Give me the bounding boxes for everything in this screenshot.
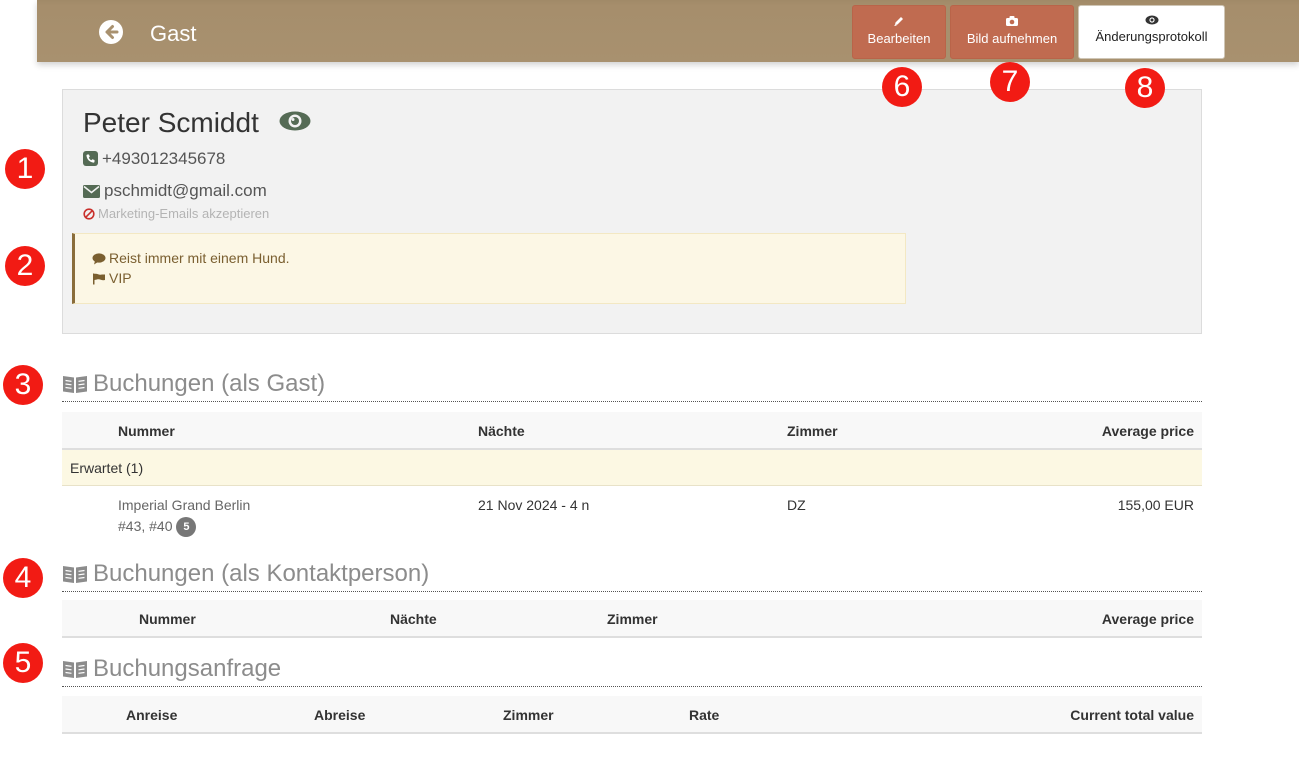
column-header: Nächte	[478, 423, 525, 439]
guest-phone[interactable]: +493012345678	[83, 149, 225, 169]
annotation-marker-5: 5	[3, 643, 43, 683]
section-bookings-as-contact: Buchungen (als Kontaktperson)	[62, 560, 1202, 592]
column-header: Anreise	[126, 707, 178, 723]
price-cell: 155,00 EUR	[1117, 497, 1194, 513]
hotel-name[interactable]: Imperial Grand Berlin	[118, 497, 250, 513]
guest-name: Peter Scmiddt	[83, 107, 259, 138]
column-header: Rate	[689, 707, 720, 723]
annotation-marker-2: 2	[5, 246, 45, 286]
change-log-button-label: Änderungsprotokoll	[1095, 29, 1208, 44]
marketing-label: Marketing-Emails akzeptieren	[98, 206, 270, 221]
annotation-marker-3: 3	[3, 365, 43, 405]
pencil-icon	[894, 17, 903, 26]
count-badge: 5	[176, 517, 197, 537]
group-row-expected: Erwartet (1)	[62, 450, 1202, 486]
note-text: Reist immer mit einem Hund.	[109, 250, 290, 266]
column-header: Average price	[1101, 611, 1194, 627]
table-header: Nummer Nächte Zimmer Average price	[62, 600, 1202, 638]
flag-icon	[93, 273, 105, 285]
column-header: Nummer	[118, 423, 175, 439]
annotation-marker-1: 1	[5, 149, 45, 189]
column-header: Abreise	[314, 707, 366, 723]
marketing-consent: Marketing-Emails akzeptieren	[83, 206, 269, 221]
guest-notes: Reist immer mit einem Hund. VIP	[72, 233, 906, 304]
guest-email[interactable]: pschmidt@gmail.com	[83, 181, 267, 201]
top-bar: Gast Bearbeiten Bild aufnehmen Änderungs…	[37, 0, 1299, 62]
section-title: Buchungen (als Kontaktperson)	[93, 560, 430, 587]
note-item: VIP	[92, 270, 132, 286]
table-header: Anreise Abreise Zimmer Rate Current tota…	[62, 696, 1202, 734]
phone-icon	[83, 151, 98, 166]
column-header: Zimmer	[787, 423, 838, 439]
eye-icon	[1145, 15, 1158, 25]
section-bookings-as-guest: Buchungen (als Gast)	[62, 370, 1202, 402]
section-booking-requests: Buchungsanfrage	[62, 655, 1202, 687]
booking-numbers-text: #43, #40	[118, 518, 173, 534]
book-open-icon	[63, 376, 87, 393]
group-label: Erwartet (1)	[70, 460, 144, 476]
book-open-icon	[63, 661, 87, 678]
take-picture-button-label: Bild aufnehmen	[966, 31, 1058, 46]
eye-icon[interactable]	[279, 110, 311, 137]
section-title: Buchungen (als Gast)	[93, 370, 326, 397]
change-log-button[interactable]: Änderungsprotokoll	[1078, 5, 1225, 59]
page-title: Gast	[150, 21, 197, 46]
column-header: Nummer	[139, 611, 196, 627]
table-row[interactable]: Imperial Grand Berlin #43, #40 5 21 Nov …	[62, 486, 1202, 538]
note-item: Reist immer mit einem Hund.	[92, 250, 290, 266]
edit-button[interactable]: Bearbeiten	[852, 5, 946, 59]
envelope-icon	[83, 185, 100, 198]
column-header: Nächte	[390, 611, 437, 627]
guest-card: Peter Scmiddt +493012345678 pschmidt@gma…	[62, 89, 1202, 334]
note-text: VIP	[109, 270, 132, 286]
comment-icon	[92, 253, 106, 265]
column-header: Current total value	[1070, 707, 1194, 723]
section-title: Buchungsanfrage	[93, 655, 282, 682]
column-header: Zimmer	[607, 611, 658, 627]
column-header: Average price	[1101, 423, 1194, 439]
book-open-icon	[63, 566, 87, 583]
annotation-marker-7: 7	[990, 62, 1030, 102]
camera-icon	[1006, 16, 1018, 26]
edit-button-label: Bearbeiten	[867, 31, 931, 46]
phone-number: +493012345678	[102, 149, 226, 168]
annotation-marker-8: 8	[1125, 68, 1165, 108]
nights-cell: 21 Nov 2024 - 4 n	[478, 497, 590, 513]
booking-numbers[interactable]: #43, #40 5	[118, 517, 197, 537]
annotation-marker-4: 4	[3, 558, 43, 598]
table-header: Nummer Nächte Zimmer Average price	[62, 412, 1202, 450]
arrow-circle-left-icon[interactable]	[99, 20, 123, 44]
room-cell: DZ	[787, 497, 806, 513]
column-header: Zimmer	[503, 707, 554, 723]
take-picture-button[interactable]: Bild aufnehmen	[950, 5, 1074, 59]
email-address: pschmidt@gmail.com	[104, 181, 267, 200]
ban-icon	[83, 208, 95, 220]
annotation-marker-6: 6	[882, 67, 922, 107]
